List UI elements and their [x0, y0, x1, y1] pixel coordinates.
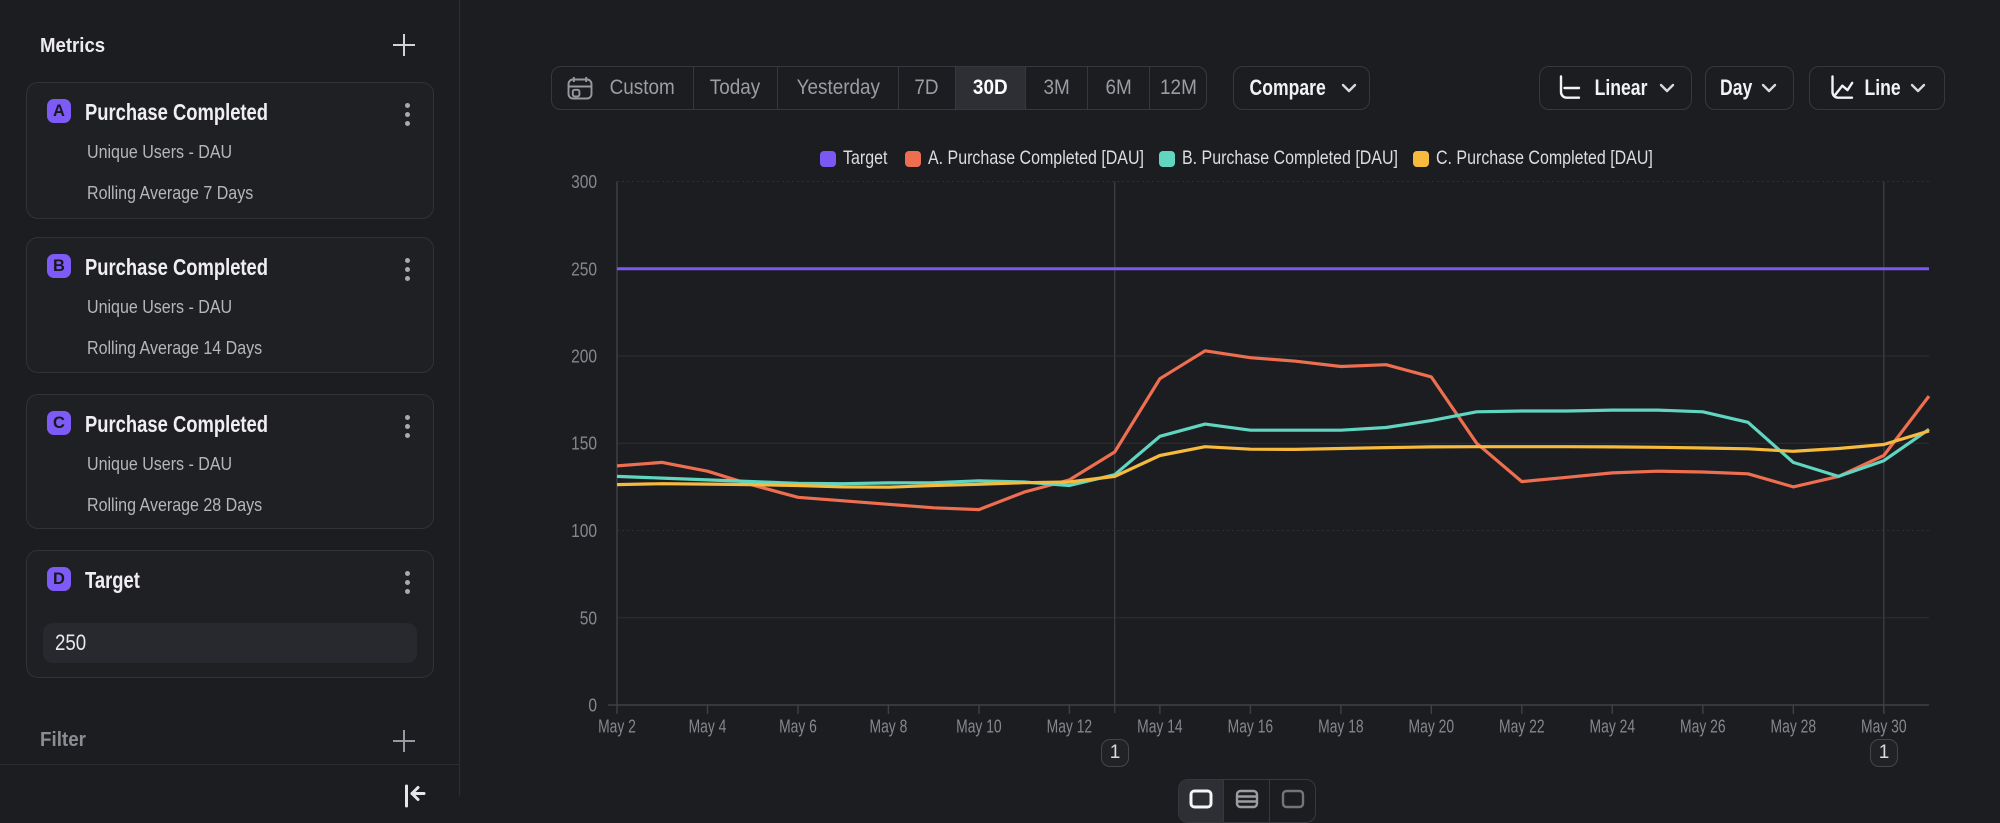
- svg-text:May 26: May 26: [1680, 717, 1725, 737]
- svg-text:May 18: May 18: [1318, 717, 1363, 737]
- svg-text:May 2: May 2: [598, 717, 636, 737]
- svg-text:100: 100: [571, 521, 597, 542]
- svg-text:May 4: May 4: [689, 717, 727, 737]
- svg-text:May 30: May 30: [1861, 717, 1906, 737]
- svg-text:May 24: May 24: [1590, 717, 1635, 737]
- svg-text:May 16: May 16: [1228, 717, 1273, 737]
- svg-text:May 8: May 8: [870, 717, 908, 737]
- svg-text:250: 250: [571, 259, 597, 280]
- svg-text:50: 50: [580, 608, 597, 629]
- svg-text:200: 200: [571, 346, 597, 367]
- svg-text:May 6: May 6: [779, 717, 817, 737]
- svg-text:0: 0: [588, 695, 597, 716]
- svg-text:May 12: May 12: [1047, 717, 1092, 737]
- svg-text:May 14: May 14: [1137, 717, 1182, 737]
- svg-text:May 22: May 22: [1499, 717, 1544, 737]
- svg-text:May 10: May 10: [956, 717, 1001, 737]
- svg-text:300: 300: [571, 172, 597, 193]
- svg-text:May 20: May 20: [1409, 717, 1454, 737]
- svg-text:150: 150: [571, 433, 597, 454]
- svg-text:May 28: May 28: [1771, 717, 1816, 737]
